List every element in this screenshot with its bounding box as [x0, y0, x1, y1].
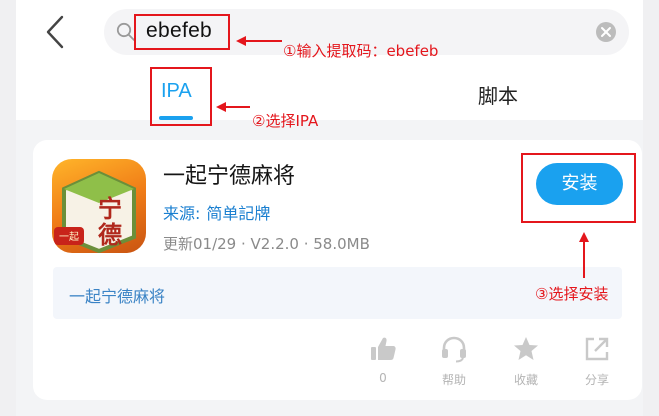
back-arrow-icon[interactable] [42, 14, 72, 50]
annotation-step-2: ②选择IPA [252, 112, 319, 130]
help-button[interactable]: 帮助 [429, 335, 479, 388]
mahjong-tile-icon: 宁 德 一起 [54, 170, 136, 253]
annotation-step-1: ①输入提取码：ebefeb [283, 42, 439, 60]
favorite-label: 收藏 [513, 373, 538, 387]
annotation-step-3: ③选择安装 [535, 285, 609, 303]
annotation-box-search [134, 14, 230, 50]
like-count: 0 [379, 371, 387, 385]
annotation-box-install [521, 153, 636, 223]
annotation-box-ipa [150, 67, 212, 126]
help-label: 帮助 [441, 373, 466, 387]
like-button[interactable]: 0 [358, 335, 408, 385]
clear-icon[interactable] [596, 22, 616, 42]
app-icon-badge: 一起 [59, 231, 79, 243]
app-source-value[interactable]: 简单記牌 [206, 204, 270, 223]
share-icon [585, 337, 609, 361]
app-icon[interactable]: 宁 德 一起 [52, 159, 146, 253]
app-name: 一起宁德麻将 [163, 164, 296, 189]
right-margin [643, 0, 659, 416]
tab-script[interactable]: 脚本 [478, 80, 518, 109]
share-button[interactable]: 分享 [572, 335, 622, 388]
action-bar: 0 帮助 收藏 分享 [33, 335, 642, 390]
app-source: 来源: 简单記牌 [163, 200, 276, 224]
page: ebefeb IPA 脚本 宁 德 一起 一起宁德麻将 来源: 简单記牌 更新0… [0, 0, 659, 416]
annotation-arrow-2 [216, 102, 250, 112]
share-label: 分享 [584, 373, 609, 387]
app-meta: 更新01/29 · V2.2.0 · 58.0MB [163, 235, 370, 253]
headset-icon [442, 336, 466, 363]
search-icon [116, 22, 135, 41]
favorite-button[interactable]: 收藏 [501, 335, 551, 388]
description-text: 一起宁德麻将 [69, 287, 166, 306]
tab-bar: IPA 脚本 [16, 70, 643, 120]
app-source-label: 来源: [163, 204, 201, 223]
thumbs-up-icon [371, 337, 396, 360]
app-icon-char-1: 宁 [98, 194, 122, 223]
annotation-arrow-3 [579, 232, 589, 278]
annotation-arrow-1 [236, 36, 282, 46]
star-icon [514, 337, 538, 360]
left-margin [0, 0, 16, 416]
app-icon-char-2: 德 [98, 220, 122, 249]
